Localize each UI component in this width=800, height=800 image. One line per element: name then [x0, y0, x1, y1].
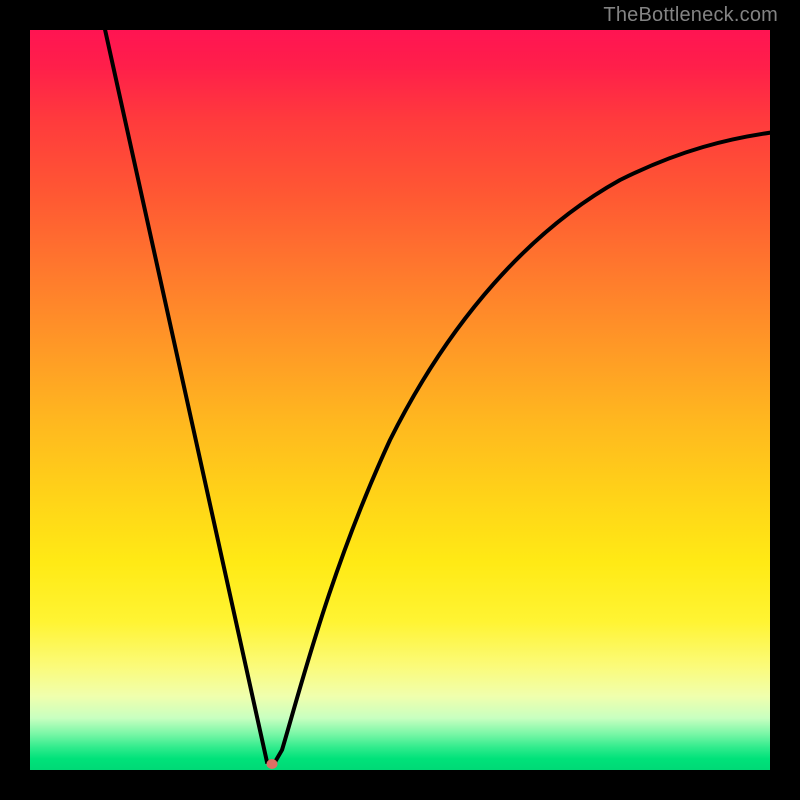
optimum-marker: [266, 759, 277, 769]
curve-svg: [30, 30, 770, 770]
watermark-text: TheBottleneck.com: [603, 4, 778, 27]
plot-area: [30, 30, 770, 770]
bottleneck-curve: [104, 30, 770, 762]
outer-frame: TheBottleneck.com: [0, 0, 800, 800]
